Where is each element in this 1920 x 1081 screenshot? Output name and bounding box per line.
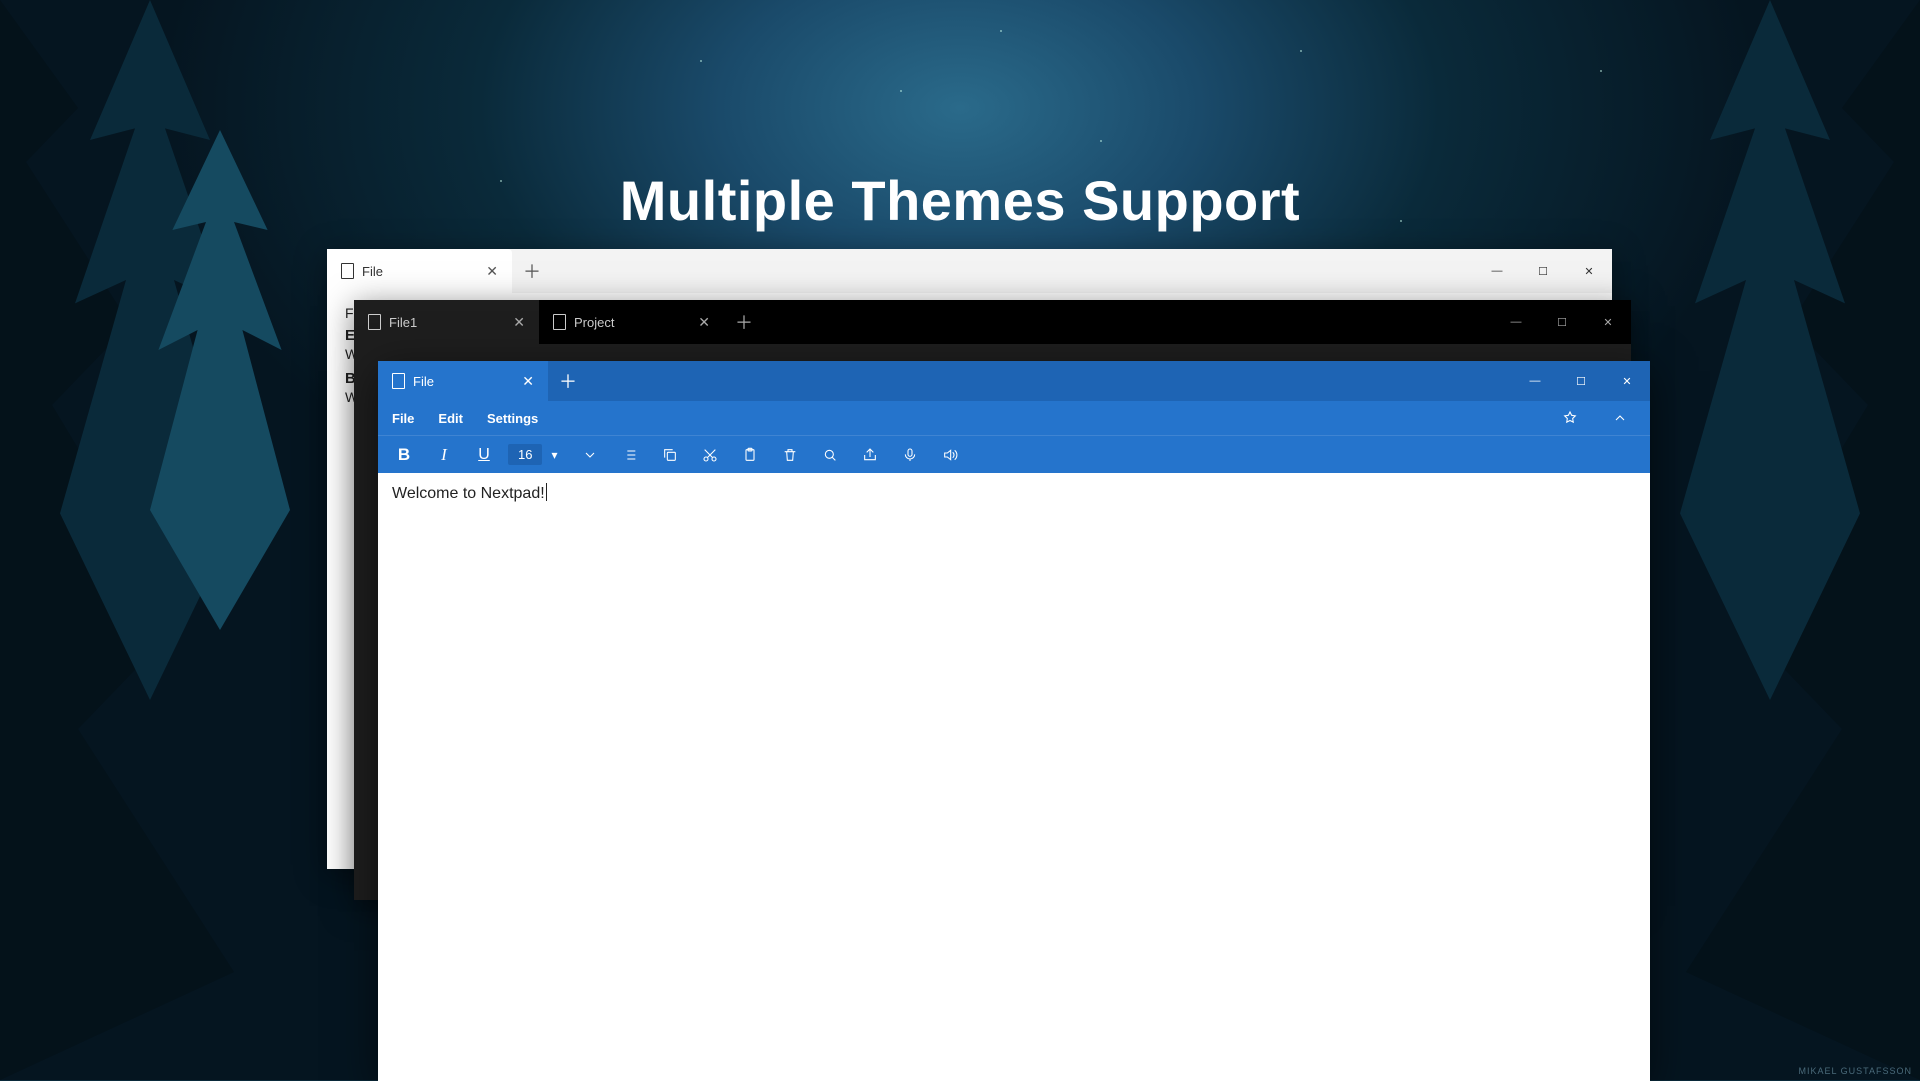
formatting-toolbar: B I U 16 ▾	[378, 435, 1650, 473]
tab-file1-dark[interactable]: File1 ✕	[354, 300, 539, 344]
tab-label: File	[413, 374, 434, 389]
minimize-button[interactable]: —	[1512, 361, 1558, 401]
italic-button[interactable]: I	[428, 440, 460, 470]
tab-project-dark[interactable]: Project ✕	[539, 300, 724, 344]
menu-edit[interactable]: Edit	[438, 411, 463, 426]
tab-label: File	[362, 264, 383, 279]
maximize-button[interactable]: ☐	[1520, 249, 1566, 293]
editor-body-blue[interactable]: Welcome to Nextpad!	[378, 473, 1650, 1081]
close-tab-icon[interactable]: ✕	[698, 314, 710, 331]
close-tab-icon[interactable]: ✕	[522, 373, 534, 390]
menu-bar: File Edit Settings	[378, 401, 1650, 435]
titlebar-blue[interactable]: File ✕ ＋ — ☐ ✕	[378, 361, 1650, 401]
new-tab-button[interactable]: ＋	[724, 300, 764, 344]
chevron-down-button[interactable]	[574, 440, 606, 470]
close-tab-icon[interactable]: ✕	[486, 263, 498, 280]
share-button[interactable]	[854, 440, 886, 470]
menu-settings[interactable]: Settings	[487, 411, 538, 426]
tab-label: Project	[574, 315, 614, 330]
page-title: Multiple Themes Support	[0, 168, 1920, 233]
speaker-button[interactable]	[934, 440, 966, 470]
tab-label: File1	[389, 315, 417, 330]
close-tab-icon[interactable]: ✕	[513, 314, 525, 331]
tab-file-blue[interactable]: File ✕	[378, 361, 548, 401]
close-window-button[interactable]: ✕	[1604, 361, 1650, 401]
close-window-button[interactable]: ✕	[1585, 300, 1631, 344]
menu-file[interactable]: File	[392, 411, 414, 426]
bold-button[interactable]: B	[388, 440, 420, 470]
document-icon	[553, 314, 566, 330]
new-tab-button[interactable]: ＋	[548, 361, 588, 401]
tree-right-mid	[1680, 0, 1860, 700]
window-blue: File ✕ ＋ — ☐ ✕ File Edit Settings B I U …	[378, 361, 1650, 1081]
favorite-icon[interactable]	[1554, 403, 1586, 433]
font-size-control[interactable]: 16 ▾	[508, 444, 566, 465]
close-window-button[interactable]: ✕	[1566, 249, 1612, 293]
document-icon	[392, 373, 405, 389]
titlebar-light[interactable]: File ✕ ＋ — ☐ ✕	[327, 249, 1612, 293]
search-button[interactable]	[814, 440, 846, 470]
document-icon	[341, 263, 354, 279]
copy-button[interactable]	[654, 440, 686, 470]
collapse-icon[interactable]	[1604, 403, 1636, 433]
mic-button[interactable]	[894, 440, 926, 470]
maximize-button[interactable]: ☐	[1558, 361, 1604, 401]
maximize-button[interactable]: ☐	[1539, 300, 1585, 344]
paste-button[interactable]	[734, 440, 766, 470]
window-controls-dark: — ☐ ✕	[1493, 300, 1631, 344]
document-icon	[368, 314, 381, 330]
delete-button[interactable]	[774, 440, 806, 470]
font-size-value[interactable]: 16	[508, 444, 542, 465]
window-controls-blue: — ☐ ✕	[1512, 361, 1650, 401]
list-button[interactable]	[614, 440, 646, 470]
minimize-button[interactable]: —	[1474, 249, 1520, 293]
new-tab-button[interactable]: ＋	[512, 249, 552, 293]
window-controls-light: — ☐ ✕	[1474, 249, 1612, 293]
chevron-down-icon[interactable]: ▾	[542, 448, 566, 462]
tab-file-light[interactable]: File ✕	[327, 249, 512, 293]
wallpaper-credit: MIKAEL GUSTAFSSON	[1798, 1066, 1912, 1076]
editor-text: Welcome to Nextpad!	[392, 485, 547, 502]
minimize-button[interactable]: —	[1493, 300, 1539, 344]
cut-button[interactable]	[694, 440, 726, 470]
titlebar-dark[interactable]: File1 ✕ Project ✕ ＋ — ☐ ✕	[354, 300, 1631, 344]
underline-button[interactable]: U	[468, 440, 500, 470]
